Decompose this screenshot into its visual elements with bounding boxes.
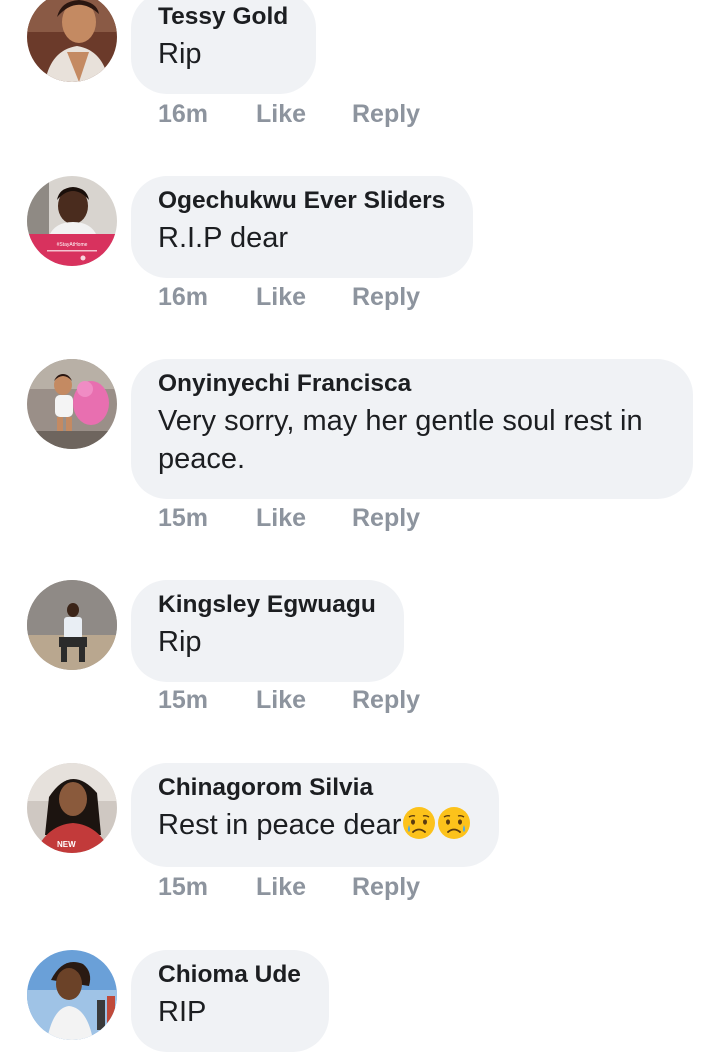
comment-bubble: Tessy Gold Rip xyxy=(131,0,317,94)
comment-bubble: Ogechukwu Ever Sliders R.I.P dear xyxy=(131,176,474,278)
like-button[interactable]: Like xyxy=(256,683,306,717)
sad-relieved-emoji-icon xyxy=(438,807,471,839)
reply-button[interactable]: Reply xyxy=(352,501,420,535)
like-button[interactable]: Like xyxy=(256,501,306,535)
avatar[interactable] xyxy=(27,359,117,449)
comment-author[interactable]: Onyinyechi Francisca xyxy=(158,369,665,399)
reply-button[interactable]: Reply xyxy=(352,280,420,314)
comment-text-line: Very sorry, may her gentle soul rest in xyxy=(158,405,643,437)
comment-bubble: Chinagorom Silvia Rest in peace dear xyxy=(131,763,500,867)
comment-text: R.I.P dear xyxy=(158,222,289,254)
avatar[interactable]: #StayAtHome xyxy=(27,176,117,266)
comment-bubble: Kingsley Egwuagu Rip xyxy=(131,580,404,682)
comment-text: Rip xyxy=(158,626,202,658)
avatar-caption: #StayAtHome xyxy=(57,242,88,248)
avatar[interactable] xyxy=(27,580,117,670)
comment-author[interactable]: Tessy Gold xyxy=(158,2,288,32)
comment-text-line: peace. xyxy=(158,443,246,475)
comment-text: Rip xyxy=(158,38,202,70)
like-button[interactable]: Like xyxy=(256,280,306,314)
comment-bubble: Onyinyechi Francisca Very sorry, may her… xyxy=(131,359,693,499)
reply-button[interactable]: Reply xyxy=(352,870,420,904)
comment-text: RIP xyxy=(158,996,207,1028)
comment-timestamp[interactable]: 15m xyxy=(158,683,208,717)
sad-relieved-emoji-icon xyxy=(403,807,436,839)
comment-text-body: Rest in peace dear xyxy=(158,809,402,841)
comment-timestamp[interactable]: 15m xyxy=(158,870,208,904)
avatar[interactable] xyxy=(27,0,117,82)
comment-timestamp[interactable]: 16m xyxy=(158,97,208,131)
comment-author[interactable]: Ogechukwu Ever Sliders xyxy=(158,186,445,216)
avatar[interactable] xyxy=(27,950,117,1040)
like-button[interactable]: Like xyxy=(256,97,306,131)
comment-author[interactable]: Chinagorom Silvia xyxy=(158,773,471,803)
svg-text:NEW: NEW xyxy=(57,840,76,849)
comment-text: Rest in peace dear xyxy=(158,806,471,844)
comment-timestamp[interactable]: 15m xyxy=(158,501,208,535)
comment-author[interactable]: Kingsley Egwuagu xyxy=(158,590,376,620)
avatar[interactable]: NEW xyxy=(27,763,117,853)
comment-timestamp[interactable]: 16m xyxy=(158,280,208,314)
like-button[interactable]: Like xyxy=(256,870,306,904)
reply-button[interactable]: Reply xyxy=(352,97,420,131)
comment-text: Very sorry, may her gentle soul rest in … xyxy=(158,402,665,478)
comment-bubble: Chioma Ude RIP xyxy=(131,950,329,1052)
reply-button[interactable]: Reply xyxy=(352,683,420,717)
comment-author[interactable]: Chioma Ude xyxy=(158,960,301,990)
